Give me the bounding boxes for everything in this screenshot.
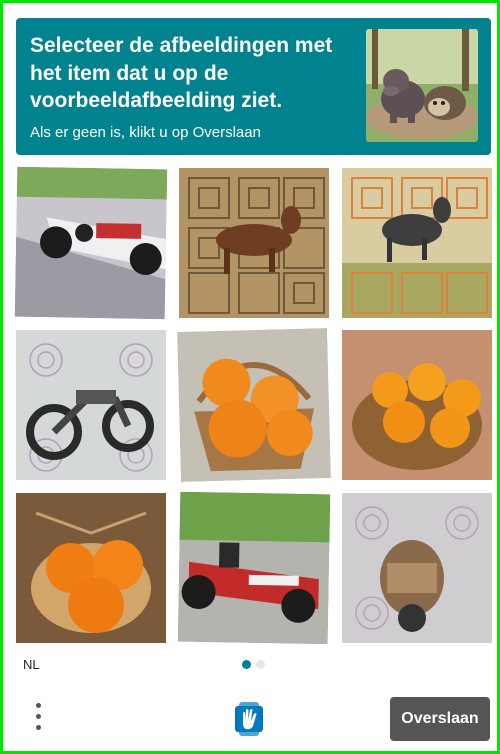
more-vertical-icon[interactable] (31, 703, 45, 733)
image-tile-9[interactable] (342, 493, 492, 643)
challenge-header: Selecteer de afbeeldingen met het item d… (16, 18, 491, 155)
challenge-subtext: Als er geen is, klikt u op Overslaan (30, 124, 261, 141)
image-tile-1[interactable] (14, 166, 168, 320)
image-tile-3[interactable] (342, 168, 492, 318)
language-selector[interactable]: NL (23, 657, 40, 672)
image-tile-6[interactable] (342, 330, 492, 480)
page-dot-inactive (256, 660, 265, 669)
example-image (366, 29, 478, 142)
captcha-frame: Selecteer de afbeeldingen met het item d… (0, 0, 500, 754)
hcaptcha-hand-icon[interactable] (233, 700, 265, 736)
image-tile-8[interactable] (177, 491, 331, 645)
page-dot-active (242, 660, 251, 669)
image-tile-2[interactable] (179, 168, 329, 318)
skip-button[interactable]: Overslaan (390, 697, 490, 741)
challenge-prompt: Selecteer de afbeeldingen met het item d… (30, 34, 333, 112)
image-tile-7[interactable] (16, 493, 166, 643)
image-tile-4[interactable] (16, 330, 166, 480)
image-tile-5[interactable] (177, 328, 331, 482)
